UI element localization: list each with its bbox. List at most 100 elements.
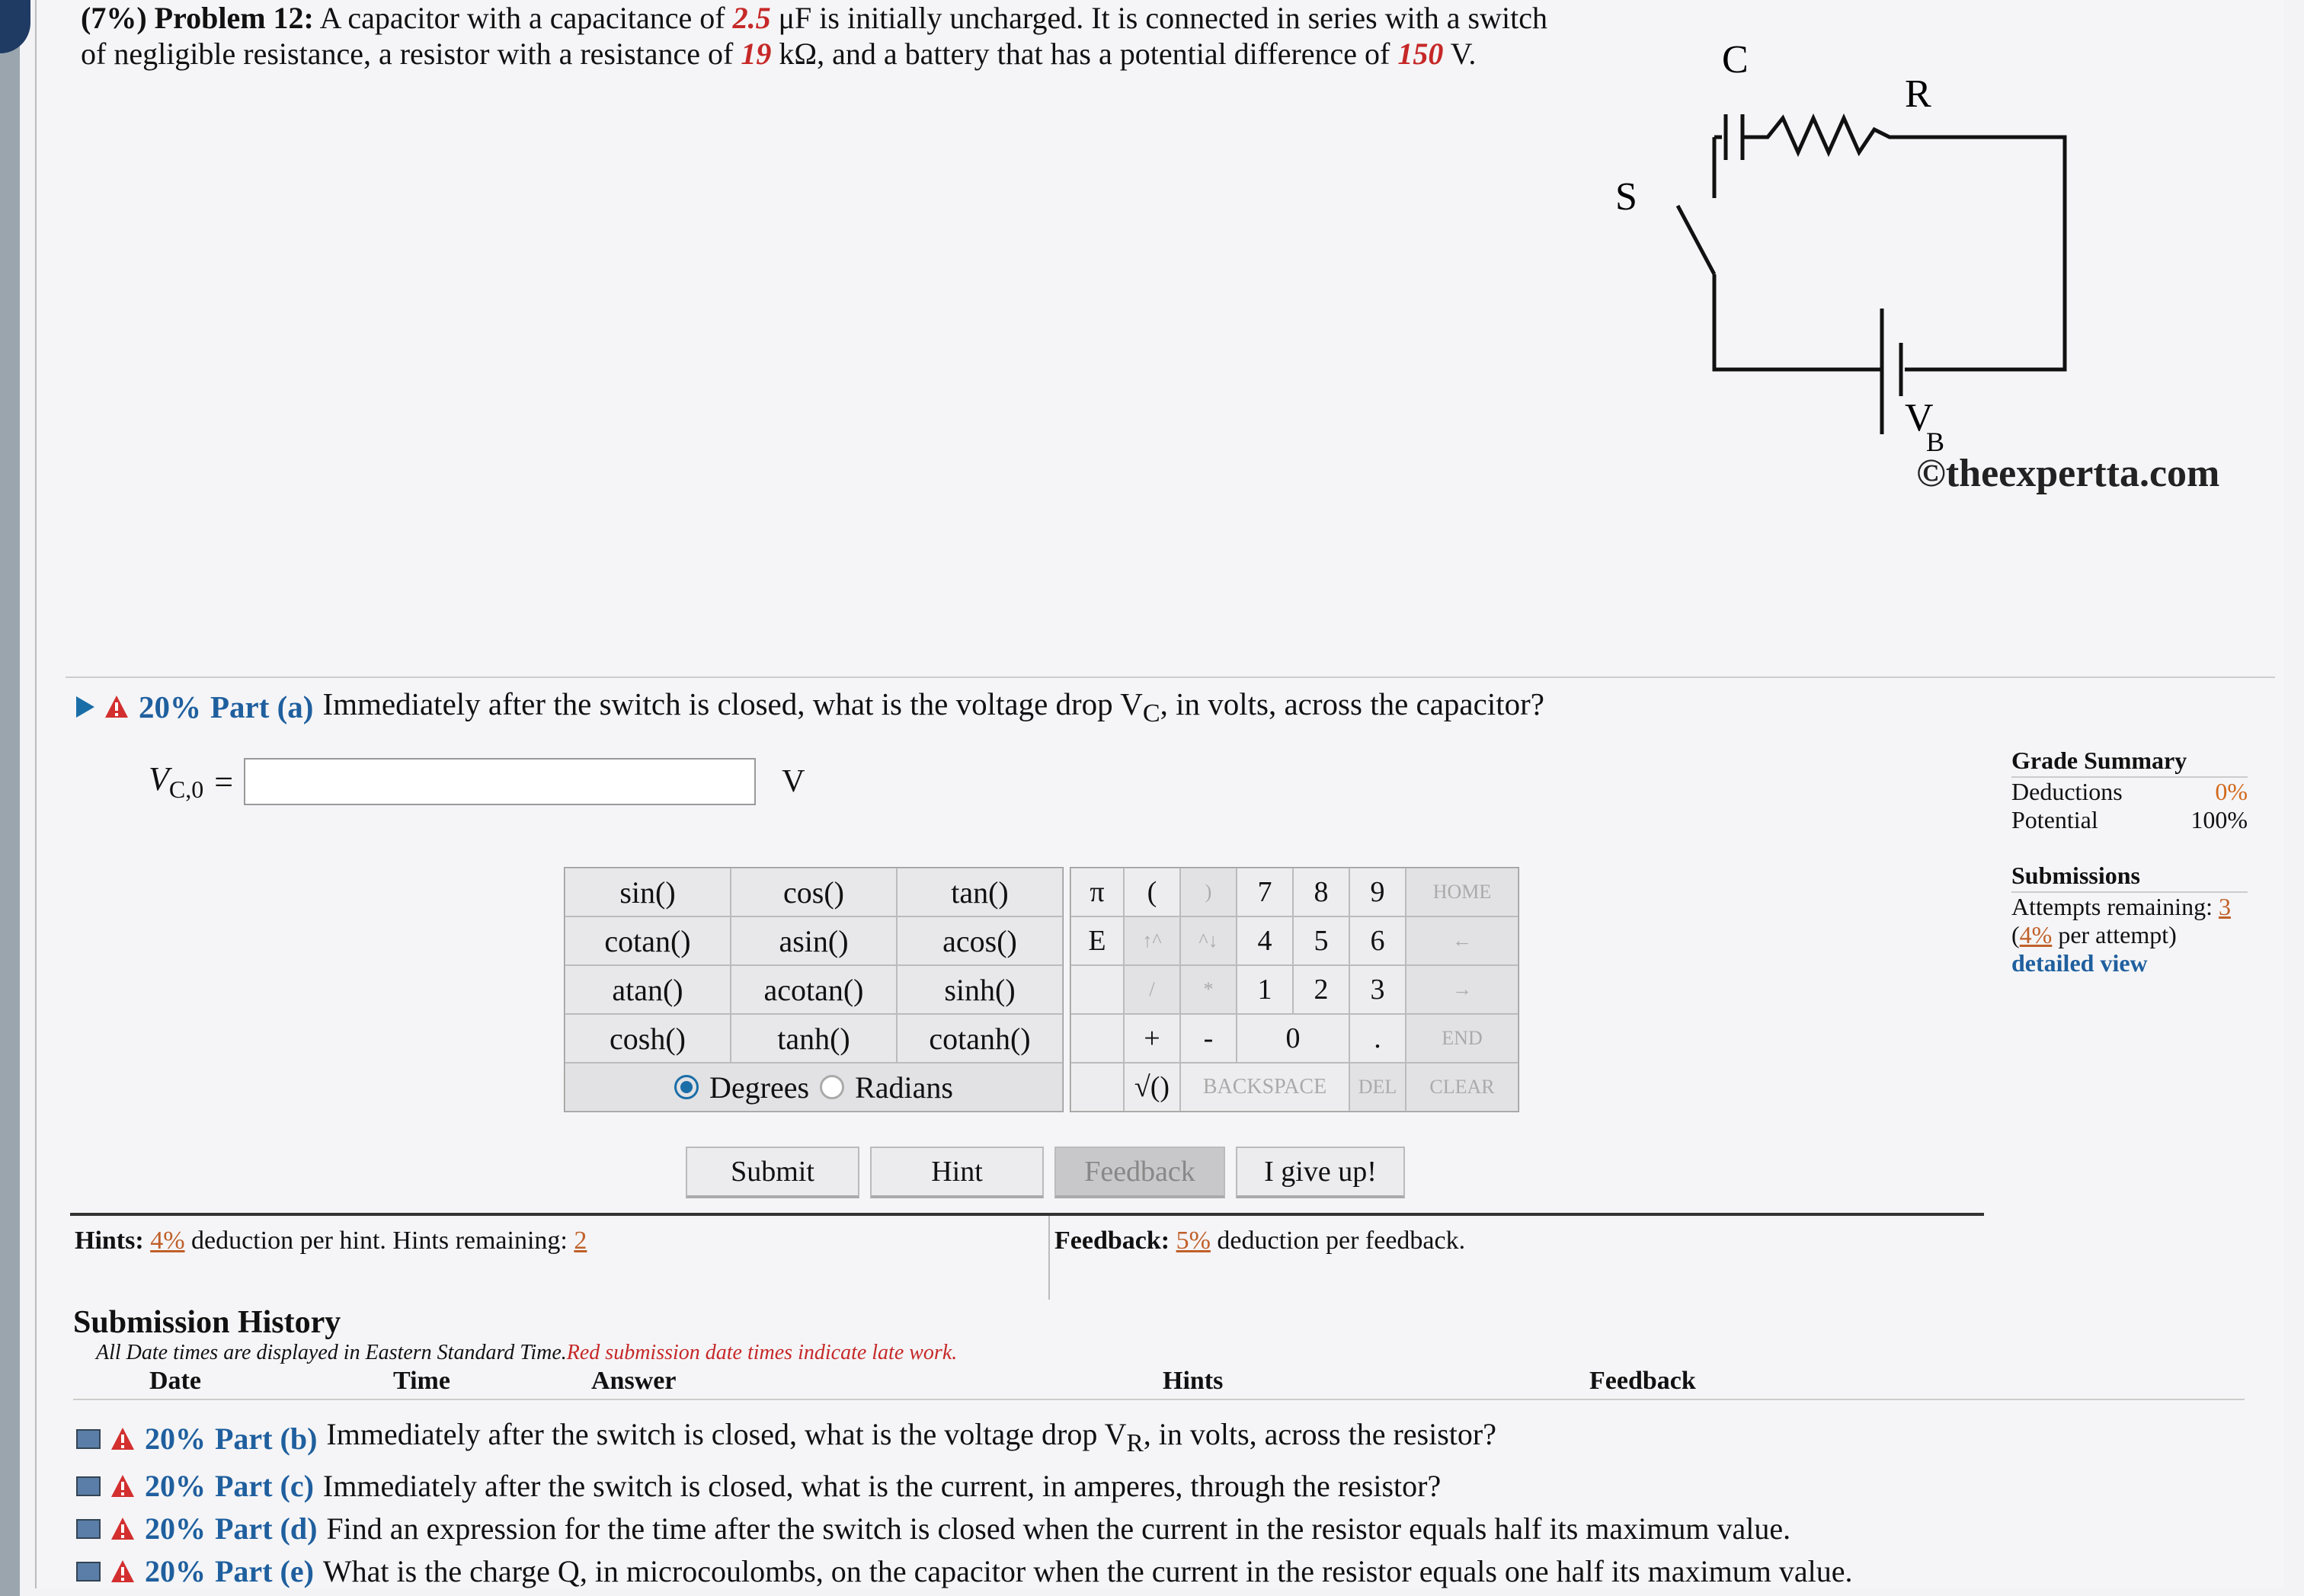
- expand-square-icon[interactable]: [76, 1562, 101, 1582]
- key-backspace[interactable]: BACKSPACE: [1180, 1063, 1349, 1111]
- hints-label: Hints:: [75, 1227, 144, 1255]
- part-row[interactable]: 20% Part (e) What is the charge Q, in mi…: [76, 1550, 1852, 1593]
- hints-remaining: 2: [574, 1227, 587, 1255]
- part-percent: 20%: [145, 1422, 206, 1456]
- key-cos[interactable]: cos(): [731, 868, 897, 916]
- part-row[interactable]: 20% Part (c) Immediately after the switc…: [76, 1465, 1852, 1508]
- part-question: Immediately after the switch is closed, …: [322, 1469, 1442, 1503]
- degrees-label: Degrees: [709, 1070, 810, 1105]
- section-divider: [66, 676, 2275, 678]
- give-up-button[interactable]: I give up!: [1236, 1147, 1405, 1198]
- radians-radio[interactable]: [820, 1075, 845, 1099]
- key-atan[interactable]: atan(): [565, 965, 731, 1014]
- key-down-power[interactable]: ^↓: [1180, 916, 1237, 965]
- submit-button[interactable]: Submit: [686, 1147, 859, 1198]
- key-end[interactable]: END: [1406, 1014, 1518, 1063]
- deductions-label: Deductions: [2011, 778, 2123, 805]
- key-home[interactable]: HOME: [1406, 868, 1518, 916]
- key-acotan[interactable]: acotan(): [731, 965, 897, 1014]
- key-pi[interactable]: π: [1070, 868, 1124, 916]
- per-attempt-text: per attempt): [2052, 921, 2177, 948]
- col-answer: Answer: [591, 1367, 677, 1395]
- key-multiply[interactable]: *: [1180, 965, 1237, 1014]
- key-decimal[interactable]: .: [1349, 1014, 1406, 1063]
- part-label: Part (b): [215, 1422, 318, 1456]
- key-1[interactable]: 1: [1237, 965, 1293, 1014]
- key-9[interactable]: 9: [1349, 868, 1406, 916]
- part-question: Immediately after the switch is closed, …: [326, 1413, 1496, 1465]
- key-e[interactable]: E: [1070, 916, 1124, 965]
- key-open-paren[interactable]: (: [1124, 868, 1180, 916]
- key-acos[interactable]: acos(): [897, 916, 1063, 965]
- key-6[interactable]: 6: [1349, 916, 1406, 965]
- key-del[interactable]: DEL: [1349, 1063, 1406, 1111]
- problem-text: V.: [1443, 37, 1477, 71]
- part-a-label: Part (a): [210, 689, 314, 725]
- answer-input[interactable]: [244, 758, 757, 805]
- function-keys: sin() cos() tan() cotan() asin() acos() …: [564, 867, 1064, 1112]
- per-attempt-row: (4% per attempt): [2011, 921, 2248, 949]
- attempts-value: 3: [2218, 893, 2231, 920]
- part-question: Find an expression for the time after th…: [326, 1511, 1791, 1546]
- key-minus[interactable]: -: [1180, 1014, 1237, 1063]
- feedback-text: deduction per feedback.: [1210, 1227, 1466, 1255]
- key-divide[interactable]: /: [1124, 965, 1180, 1014]
- degrees-radio[interactable]: [674, 1075, 699, 1099]
- warning-icon: [111, 1560, 134, 1582]
- part-percent: 20%: [145, 1554, 206, 1588]
- collapsed-parts: 20% Part (b) Immediately after the switc…: [76, 1413, 1852, 1593]
- expand-square-icon[interactable]: [76, 1476, 101, 1496]
- key-left-arrow[interactable]: ←: [1406, 916, 1518, 965]
- question-text: Immediately after the switch is closed, …: [322, 686, 1143, 721]
- key-tan[interactable]: tan(): [897, 868, 1063, 916]
- part-label: Part (e): [215, 1554, 314, 1588]
- col-feedback: Feedback: [1589, 1367, 1696, 1395]
- answer-row: VC,0 = V: [149, 758, 805, 805]
- key-2[interactable]: 2: [1293, 965, 1349, 1014]
- expand-square-icon[interactable]: [76, 1519, 101, 1539]
- key-cotan[interactable]: cotan(): [565, 916, 731, 965]
- expand-square-icon[interactable]: [76, 1429, 101, 1449]
- potential-label: Potential: [2011, 806, 2098, 833]
- key-close-paren[interactable]: ): [1180, 868, 1237, 916]
- key-up-power[interactable]: ↑^: [1124, 916, 1180, 965]
- key-8[interactable]: 8: [1293, 868, 1349, 916]
- part-row[interactable]: 20% Part (b) Immediately after the switc…: [76, 1413, 1852, 1465]
- key-tanh[interactable]: tanh(): [731, 1014, 897, 1063]
- question-sub: R: [1126, 1429, 1144, 1457]
- potential-value: 100%: [2190, 806, 2248, 833]
- key-cotanh[interactable]: cotanh(): [897, 1014, 1063, 1063]
- key-7[interactable]: 7: [1237, 868, 1293, 916]
- history-columns: Date Time Answer Hints Feedback: [73, 1365, 2245, 1400]
- expand-triangle-icon[interactable]: [76, 696, 94, 718]
- detailed-view-link[interactable]: detailed view: [2011, 949, 2248, 977]
- key-0[interactable]: 0: [1237, 1014, 1349, 1063]
- key-clear[interactable]: CLEAR: [1406, 1063, 1518, 1111]
- question-text: , in volts, across the capacitor?: [1160, 686, 1544, 721]
- key-sqrt[interactable]: √(): [1124, 1063, 1180, 1111]
- key-cosh[interactable]: cosh(): [565, 1014, 731, 1063]
- key-plus[interactable]: +: [1124, 1014, 1180, 1063]
- part-a-header[interactable]: 20% Part (a) Immediately after the switc…: [76, 686, 2286, 728]
- warning-icon: [111, 1475, 134, 1497]
- resistor-label: R: [1905, 72, 1931, 116]
- key-blank: [1070, 1063, 1124, 1111]
- history-title: Submission History: [73, 1305, 341, 1340]
- feedback-label: Feedback:: [1054, 1227, 1170, 1255]
- part-label: Part (c): [215, 1469, 314, 1503]
- key-sinh[interactable]: sinh(): [897, 965, 1063, 1014]
- feedback-button[interactable]: Feedback: [1054, 1147, 1225, 1198]
- key-5[interactable]: 5: [1293, 916, 1349, 965]
- key-4[interactable]: 4: [1237, 916, 1293, 965]
- grade-summary-title: Grade Summary: [2011, 747, 2248, 778]
- circuit-wire: [1712, 274, 1882, 372]
- submissions-title: Submissions: [2011, 862, 2248, 893]
- key-3[interactable]: 3: [1349, 965, 1406, 1014]
- part-question: What is the charge Q, in microcoulombs, …: [322, 1554, 1853, 1588]
- part-row[interactable]: 20% Part (d) Find an expression for the …: [76, 1508, 1852, 1550]
- key-sin[interactable]: sin(): [565, 868, 731, 916]
- key-asin[interactable]: asin(): [731, 916, 897, 965]
- equals-sign: =: [214, 763, 234, 801]
- key-right-arrow[interactable]: →: [1406, 965, 1518, 1014]
- hint-button[interactable]: Hint: [870, 1147, 1044, 1198]
